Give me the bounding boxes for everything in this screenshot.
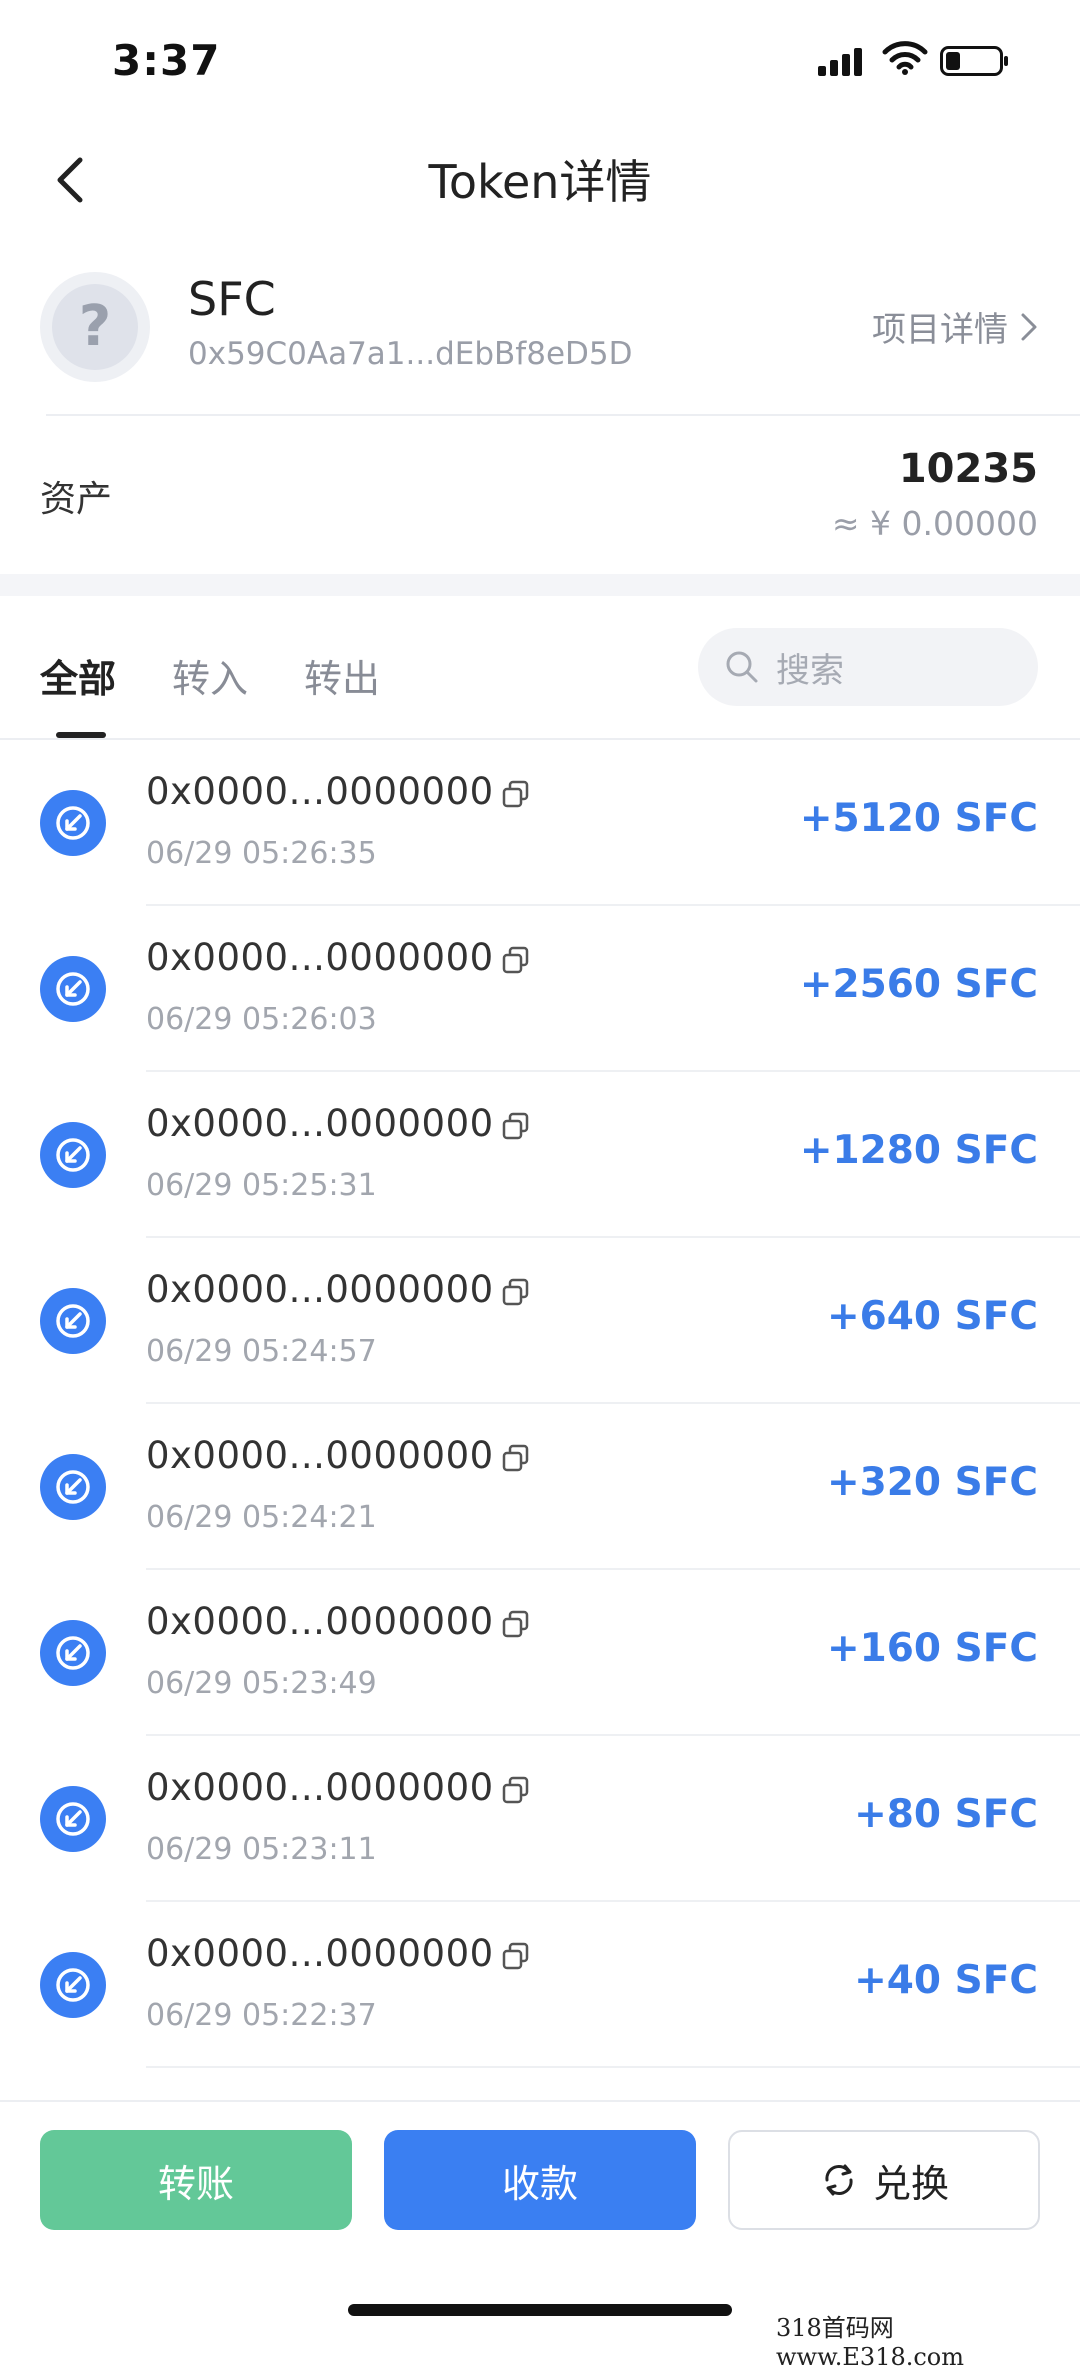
- copy-icon[interactable]: [500, 1940, 532, 1972]
- incoming-arrow-icon: [40, 1786, 106, 1852]
- transaction-time: 06/29 05:23:11: [146, 1832, 377, 1867]
- project-details-link[interactable]: 项目详情: [872, 302, 1040, 351]
- transaction-address: 0x0000...0000000: [146, 1932, 494, 1975]
- transaction-address: 0x0000...0000000: [146, 770, 494, 813]
- transaction-time: 06/29 05:23:49: [146, 1666, 377, 1701]
- transaction-amount: +5120 SFC: [799, 796, 1038, 841]
- signal-icon: [818, 46, 866, 76]
- swap-icon: [825, 2164, 853, 2196]
- wifi-icon: [882, 41, 928, 75]
- search-input[interactable]: 搜索: [698, 628, 1038, 706]
- assets-label: 资产: [40, 479, 113, 520]
- transaction-amount: +320 SFC: [826, 1460, 1038, 1505]
- transaction-address: 0x0000...0000000: [146, 1434, 494, 1477]
- copy-icon[interactable]: [500, 1608, 532, 1640]
- home-indicator[interactable]: [348, 2304, 732, 2316]
- transfer-button[interactable]: 转账: [40, 2130, 352, 2230]
- transaction-row[interactable]: 0x0000...0000000 06/29 05:26:35 +5120 SFC: [0, 740, 1080, 906]
- receive-label: 收款: [501, 2161, 578, 2206]
- incoming-arrow-icon: [40, 790, 106, 856]
- transaction-amount: +640 SFC: [826, 1294, 1038, 1339]
- transaction-time: 06/29 05:24:21: [146, 1500, 377, 1535]
- question-mark-icon: ?: [52, 284, 138, 370]
- transaction-time: 06/29 05:25:31: [146, 1168, 377, 1203]
- incoming-arrow-icon: [40, 1952, 106, 2018]
- tab-all[interactable]: 全部: [40, 648, 116, 703]
- status-time: 3:37: [112, 36, 221, 85]
- project-details-label: 项目详情: [872, 310, 1008, 350]
- copy-icon[interactable]: [500, 1276, 532, 1308]
- transaction-row[interactable]: 0x0000...0000000 06/29 05:26:03 +2560 SFC: [0, 906, 1080, 1072]
- transaction-amount: +1280 SFC: [799, 1128, 1038, 1173]
- transaction-amount: +40 SFC: [854, 1958, 1038, 2003]
- transaction-address: 0x0000...0000000: [146, 1268, 494, 1311]
- transaction-address: 0x0000...0000000: [146, 1102, 494, 1145]
- tab-incoming[interactable]: 转入: [172, 648, 248, 703]
- assets-amount: 10235: [898, 446, 1038, 492]
- incoming-arrow-icon: [40, 1122, 106, 1188]
- tab-outgoing[interactable]: 转出: [304, 648, 380, 703]
- transaction-list: 0x0000...0000000 06/29 05:26:35 +5120 SFC 0…: [0, 740, 1080, 2068]
- transaction-row[interactable]: 0x0000...0000000 06/29 05:22:37 +40 SFC: [0, 1902, 1080, 2068]
- receive-button[interactable]: 收款: [384, 2130, 696, 2230]
- section-separator: [0, 574, 1080, 596]
- divider: [0, 2100, 1080, 2102]
- incoming-arrow-icon: [40, 1454, 106, 1520]
- transaction-row[interactable]: 0x0000...0000000 06/29 05:24:21 +320 SFC: [0, 1404, 1080, 1570]
- transaction-row[interactable]: 0x0000...0000000 06/29 05:25:31 +1280 SFC: [0, 1072, 1080, 1238]
- copy-icon[interactable]: [500, 1774, 532, 1806]
- copy-icon[interactable]: [500, 778, 532, 810]
- copy-icon[interactable]: [500, 1110, 532, 1142]
- incoming-arrow-icon: [40, 1620, 106, 1686]
- page-title: Token详情: [428, 155, 652, 209]
- transaction-row[interactable]: 0x0000...0000000 06/29 05:24:57 +640 SFC: [0, 1238, 1080, 1404]
- search-icon: [726, 651, 758, 683]
- divider: [146, 2066, 1080, 2068]
- assets-fiat-value: ≈ ¥ 0.00000: [831, 504, 1038, 543]
- divider: [46, 414, 1080, 416]
- transaction-row[interactable]: 0x0000...0000000 06/29 05:23:11 +80 SFC: [0, 1736, 1080, 1902]
- incoming-arrow-icon: [40, 1288, 106, 1354]
- transaction-row[interactable]: 0x0000...0000000 06/29 05:23:49 +160 SFC: [0, 1570, 1080, 1736]
- token-contract-address: 0x59C0Aa7a1...dEbBf8eD5D: [188, 336, 633, 372]
- exchange-label: 兑换: [872, 2161, 949, 2206]
- transaction-amount: +2560 SFC: [799, 962, 1038, 1007]
- transaction-amount: +160 SFC: [826, 1626, 1038, 1671]
- transaction-address: 0x0000...0000000: [146, 1600, 494, 1643]
- incoming-arrow-icon: [40, 956, 106, 1022]
- transaction-address: 0x0000...0000000: [146, 1766, 494, 1809]
- transaction-amount: +80 SFC: [854, 1792, 1038, 1837]
- exchange-button[interactable]: 兑换: [728, 2130, 1040, 2230]
- copy-icon[interactable]: [500, 1442, 532, 1474]
- token-name: SFC: [188, 272, 276, 326]
- transfer-label: 转账: [157, 2161, 234, 2206]
- transaction-time: 06/29 05:22:37: [146, 1998, 377, 2033]
- transaction-address: 0x0000...0000000: [146, 936, 494, 979]
- chevron-right-icon: [1021, 313, 1037, 340]
- search-placeholder: 搜索: [776, 650, 844, 691]
- copy-icon[interactable]: [500, 944, 532, 976]
- battery-icon: [940, 46, 1008, 76]
- transaction-time: 06/29 05:26:35: [146, 836, 377, 871]
- transaction-time: 06/29 05:26:03: [146, 1002, 377, 1037]
- watermark: 318首码网 www.E318.com: [770, 2306, 1080, 2373]
- transaction-time: 06/29 05:24:57: [146, 1334, 377, 1369]
